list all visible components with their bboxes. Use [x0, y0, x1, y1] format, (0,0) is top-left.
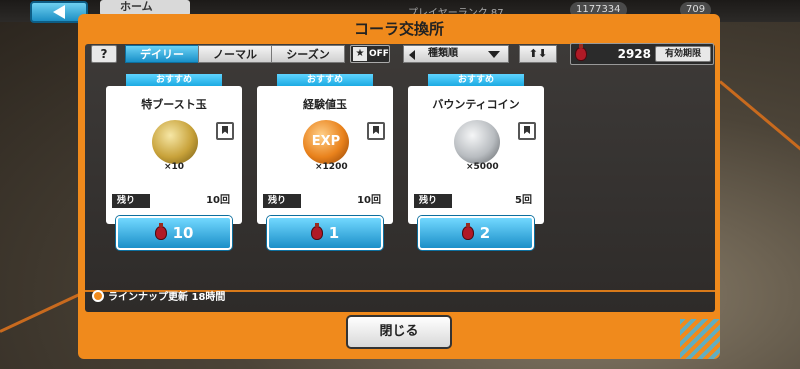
help-button[interactable]: ? [91, 45, 117, 63]
cola-exchange-dialog: コーラ交換所 ? デイリー ノーマル シーズン ★ OFF 種類順 ⬆⬇ 292… [78, 14, 720, 359]
currency-value: 2928 [617, 47, 651, 61]
card-body: 経験値玉 EXP ×1200 残り 10回 [257, 86, 393, 224]
sort-label: 種類順 [428, 48, 458, 59]
item-quantity: ×5000 [466, 162, 499, 172]
star-icon: ★ [353, 47, 367, 61]
close-button[interactable]: 閉じる [346, 315, 452, 349]
remaining-row: 残り 5回 [414, 194, 538, 208]
favorite-filter-toggle[interactable]: ★ OFF [350, 45, 390, 63]
cola-bottle-icon [310, 223, 323, 240]
remaining-row: 残り 10回 [112, 194, 236, 208]
sort-order-button[interactable]: ⬆⬇ [519, 45, 557, 63]
tab-daily[interactable]: デイリー [125, 45, 199, 63]
cola-bottle-icon [461, 223, 474, 240]
bounty-coin-icon [454, 120, 500, 164]
back-arrow-icon [53, 5, 65, 19]
exchange-button[interactable]: 10 [116, 216, 232, 250]
card-body: バウンティコイン ×5000 残り 5回 [408, 86, 544, 224]
item-name: バウンティコイン [432, 98, 520, 111]
price: 1 [328, 224, 340, 242]
lineup-text: ラインナップ更新 18時間 [108, 292, 226, 303]
bookmark-icon[interactable] [216, 122, 234, 140]
exchange-button[interactable]: 2 [418, 216, 534, 250]
dialog-title: コーラ交換所 [353, 20, 444, 38]
clock-icon [92, 289, 104, 302]
exp-orb-icon: EXP [303, 120, 349, 164]
remaining-row: 残り 10回 [263, 194, 387, 208]
chevron-down-icon [488, 51, 500, 58]
sort-select[interactable]: 種類順 [403, 45, 509, 63]
cola-currency: 2928 有効期限 [570, 43, 714, 65]
exchange-button[interactable]: 1 [267, 216, 383, 250]
bookmark-icon[interactable] [367, 122, 385, 140]
price: 10 [172, 224, 194, 242]
sort-order-icon: ⬆⬇ [528, 47, 548, 60]
lineup-update: ラインナップ更新 18時間 [92, 288, 225, 303]
item-quantity: ×10 [164, 162, 185, 172]
remaining-label: 残り [263, 194, 301, 208]
remaining-value: 10回 [206, 195, 230, 206]
remaining-label: 残り [112, 194, 150, 208]
remaining-value: 5回 [515, 195, 532, 206]
item-card: おすすめ 特ブースト玉 ×10 残り 10回 10 [106, 74, 242, 250]
item-name: 特ブースト玉 [141, 98, 207, 111]
price: 2 [479, 224, 491, 242]
item-card: おすすめ バウンティコイン ×5000 残り 5回 2 [408, 74, 544, 250]
bookmark-icon[interactable] [518, 122, 536, 140]
left-arrow-icon [409, 50, 415, 60]
toolbar: ? デイリー ノーマル シーズン ★ OFF 種類順 ⬆⬇ 2928 有効期限 [85, 43, 715, 65]
remaining-value: 10回 [357, 195, 381, 206]
item-card: おすすめ 経験値玉 EXP ×1200 残り 10回 1 [257, 74, 393, 250]
card-body: 特ブースト玉 ×10 残り 10回 [106, 86, 242, 224]
tab-normal[interactable]: ノーマル [198, 45, 272, 63]
remaining-label: 残り [414, 194, 452, 208]
toggle-state: OFF [369, 49, 389, 59]
cola-bottle-icon [154, 223, 167, 240]
decorative-stripe [680, 319, 720, 359]
expiry-button[interactable]: 有効期限 [655, 46, 711, 62]
cola-bottle-icon [575, 44, 587, 61]
item-name: 経験値玉 [303, 98, 347, 111]
boost-orb-icon [152, 120, 198, 164]
tab-season[interactable]: シーズン [271, 45, 345, 63]
background-line [719, 80, 800, 160]
item-quantity: ×1200 [315, 162, 348, 172]
